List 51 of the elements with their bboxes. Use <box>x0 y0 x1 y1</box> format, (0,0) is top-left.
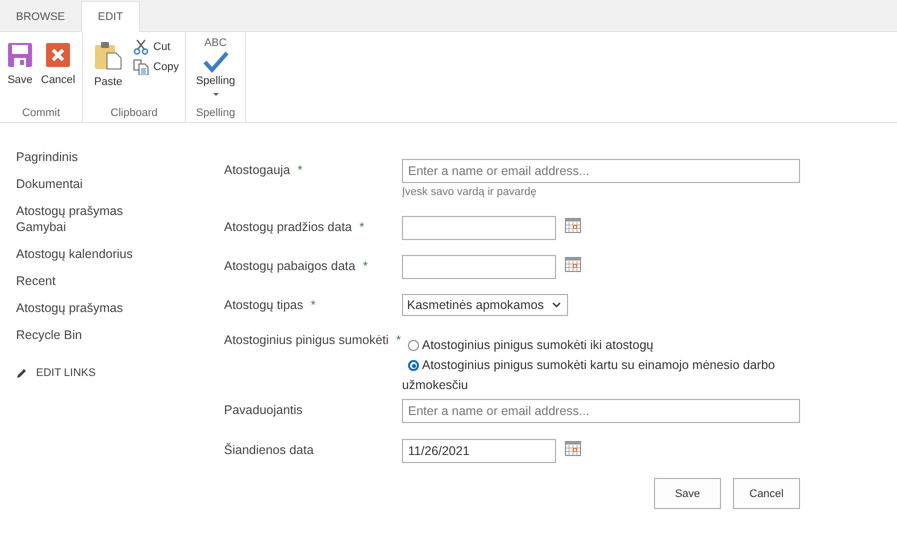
calendar-button[interactable] <box>565 441 581 456</box>
field-label: Atostogauja * <box>224 162 304 178</box>
save-icon <box>7 42 33 68</box>
paste-button[interactable]: Paste <box>87 36 130 107</box>
date-field[interactable] <box>402 216 556 240</box>
clipboard-icon <box>93 40 124 70</box>
ribbon-tab[interactable]: BROWSE <box>0 1 81 32</box>
form-button[interactable]: Save <box>654 478 721 509</box>
pencil-icon <box>16 367 28 379</box>
nav-link[interactable]: Atostogų prašymas Gamybai <box>16 203 146 235</box>
date-field[interactable] <box>402 255 556 279</box>
save-button[interactable]: Save <box>4 36 36 107</box>
nav-link[interactable]: Dokumentai <box>16 176 146 192</box>
dropdown[interactable]: Kasmetinės apmokamos <box>402 294 568 316</box>
people-picker-field[interactable]: Enter a name or email address... <box>402 159 800 183</box>
radio-label[interactable]: Atostoginius pinigus sumokėti kartu su einamojo mėnesio darbo užmokesčiu <box>402 355 792 395</box>
nav-link[interactable]: Recent <box>16 273 146 289</box>
caret-icon <box>212 93 218 96</box>
chevron-icon <box>552 302 561 308</box>
nav-link[interactable]: Pagrindinis <box>16 149 146 165</box>
field-label: Šiandienos data <box>224 442 315 458</box>
people-picker-field[interactable]: Enter a name or email address... <box>402 399 800 423</box>
calendar-button[interactable] <box>565 257 581 272</box>
ribbon-tab[interactable]: EDIT <box>80 1 140 32</box>
calendar-button[interactable] <box>565 218 581 233</box>
scissors-icon <box>133 39 150 55</box>
field-label: Atostogų pradžios data * <box>224 219 366 235</box>
close-icon <box>45 42 72 68</box>
field-label: Atostoginius pinigus sumokėti * <box>224 332 402 348</box>
copy-button[interactable]: Copy <box>131 58 181 76</box>
spelling-button[interactable]: ABC Spelling <box>190 36 242 107</box>
nav-link[interactable]: Atostogų kalendorius <box>16 246 146 262</box>
group-label: Clipboard <box>110 107 159 121</box>
field-label: Pavaduojantis <box>224 402 304 418</box>
nav-link[interactable]: Atostogų prašymas <box>16 300 146 316</box>
radio-button[interactable] <box>408 340 419 351</box>
edit-links-link[interactable]: EDIT LINKS <box>16 365 200 381</box>
check-icon <box>202 51 228 73</box>
field-label: Atostogų tipas * <box>224 297 317 313</box>
group-label: Spelling <box>194 107 236 121</box>
nav-link[interactable]: Recycle Bin <box>16 327 146 343</box>
date-field[interactable]: 11/26/2021 <box>402 439 556 463</box>
radio-label[interactable]: Atostoginius pinigus sumokėti iki atostogų <box>402 335 792 355</box>
cut-button[interactable]: Cut <box>131 38 181 56</box>
copy-icon <box>133 59 150 75</box>
radio-button[interactable] <box>408 360 419 371</box>
group-label: Commit <box>21 107 62 121</box>
field-label: Atostogų pabaigos data * <box>224 258 369 274</box>
cancel-button[interactable]: Cancel <box>38 36 78 107</box>
field-hint: Įvesk savo vardą ir pavardę <box>402 186 538 198</box>
form-button[interactable]: Cancel <box>733 478 800 509</box>
